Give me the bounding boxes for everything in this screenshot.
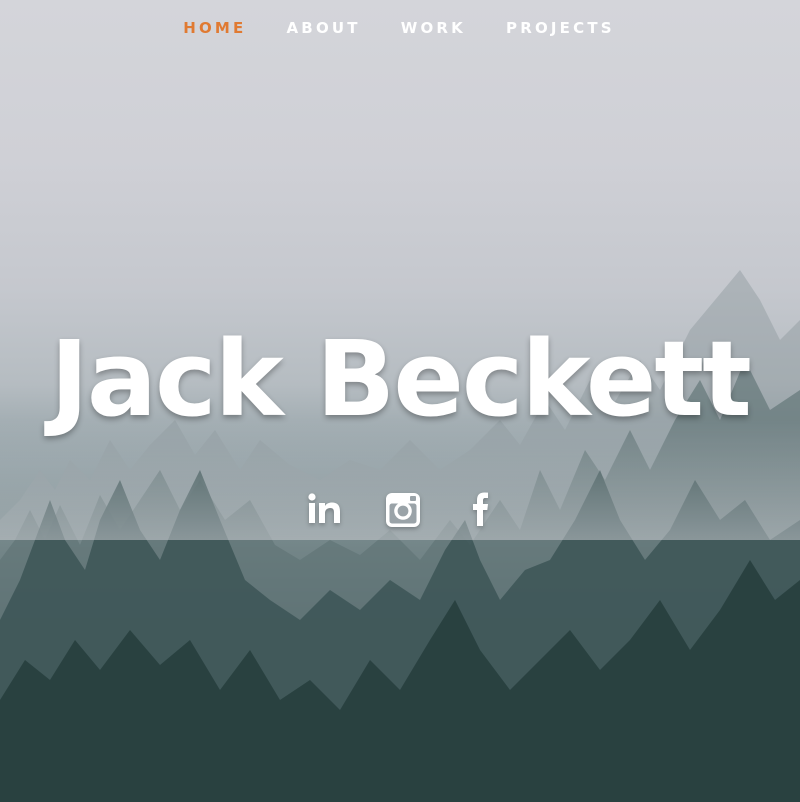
instagram-icon — [386, 493, 420, 527]
linkedin-icon — [308, 493, 340, 523]
facebook-icon — [473, 492, 488, 526]
hero-title: Jack Beckett — [50, 318, 752, 440]
main-nav: HOME ABOUT WORK PROJECTS — [0, 19, 800, 37]
facebook-link[interactable] — [463, 490, 499, 530]
instagram-link[interactable] — [385, 490, 421, 530]
nav-work-link[interactable]: WORK — [401, 19, 466, 37]
linkedin-link[interactable] — [307, 490, 343, 530]
hero-section: HOME ABOUT WORK PROJECTS Jack Beckett — [0, 0, 800, 802]
nav-home-link[interactable]: HOME — [183, 19, 246, 37]
social-links — [0, 490, 800, 530]
nav-projects-link[interactable]: PROJECTS — [506, 19, 615, 37]
nav-about-link[interactable]: ABOUT — [287, 19, 361, 37]
